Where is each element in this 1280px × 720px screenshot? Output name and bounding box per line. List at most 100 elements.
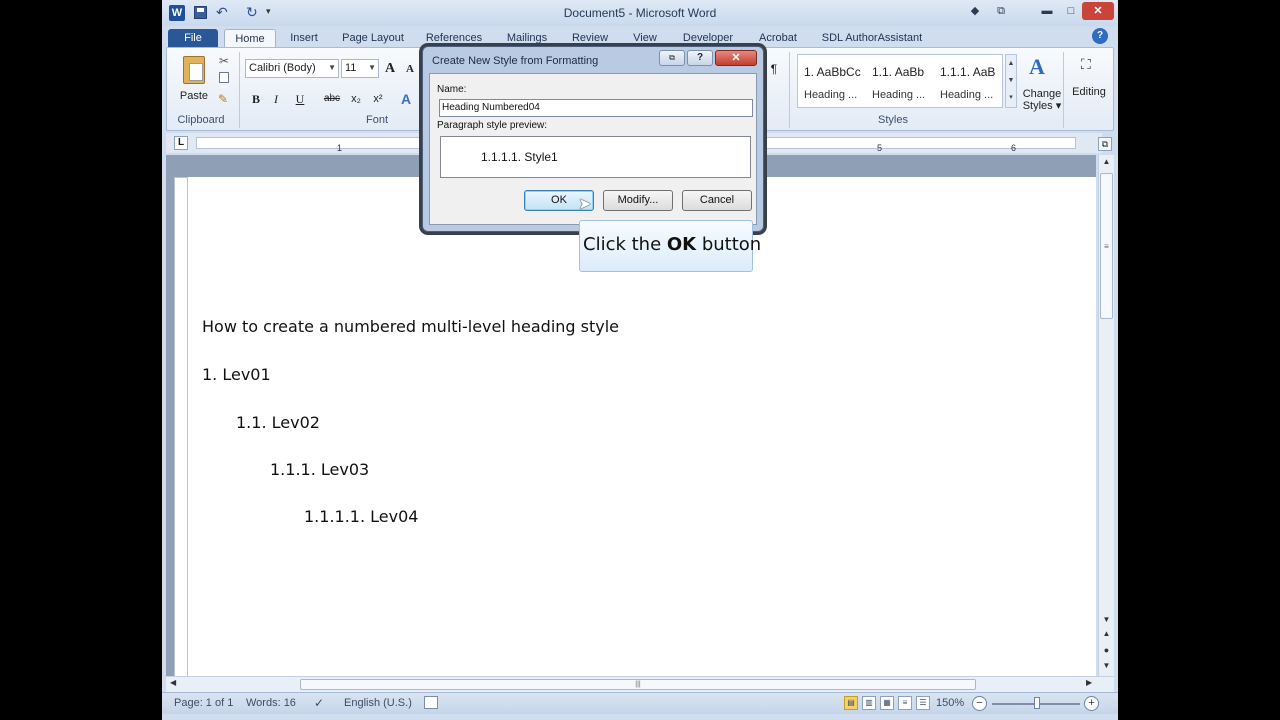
gallery-scroll-buttons[interactable]: ▲ ▼ ▾ bbox=[1005, 54, 1017, 108]
document-heading[interactable]: How to create a numbered multi-level hea… bbox=[202, 317, 619, 336]
change-styles-label: Change Styles ▾ bbox=[1022, 88, 1062, 112]
zoom-out-button[interactable]: − bbox=[972, 696, 987, 711]
draft-icon[interactable]: ☰ bbox=[916, 696, 930, 710]
show-formatting-button[interactable]: ¶ bbox=[765, 60, 783, 78]
proofing-icon[interactable]: ✓ bbox=[314, 696, 324, 710]
font-name-combo[interactable]: Calibri (Body) ▼ bbox=[245, 59, 339, 78]
style-name-input[interactable]: Heading Numbered04 bbox=[439, 99, 753, 117]
editing-label: Editing bbox=[1072, 86, 1106, 98]
print-layout-icon[interactable]: ▤ bbox=[844, 696, 858, 710]
dialog-help-button[interactable]: ? bbox=[687, 50, 713, 66]
font-size-value: 11 bbox=[345, 62, 357, 74]
strikethrough-button[interactable]: abc bbox=[323, 90, 341, 108]
change-styles-button[interactable]: A Change Styles ▾ bbox=[1019, 52, 1063, 112]
minimize-button[interactable]: ▬ bbox=[1034, 2, 1060, 20]
shrink-font-button[interactable]: A bbox=[401, 60, 419, 78]
macro-recording-icon[interactable] bbox=[424, 696, 438, 709]
callout-text: Click the OK button bbox=[583, 234, 761, 255]
italic-button[interactable]: I bbox=[267, 90, 285, 108]
style-sample: 1.1.1. AaB bbox=[940, 65, 996, 79]
restore-window-icon[interactable]: ⧉ bbox=[988, 2, 1014, 20]
tab-page-layout[interactable]: Page Layout bbox=[338, 29, 408, 48]
horizontal-scroll-thumb[interactable]: ||| bbox=[300, 679, 976, 690]
styles-group-label: Styles bbox=[878, 114, 908, 126]
scroll-down-icon[interactable]: ▼ bbox=[1099, 613, 1114, 627]
title-bar: W ↶ ↻ ▾ Document5 - Microsoft Word ◆ ⧉ ▬… bbox=[162, 0, 1118, 26]
bold-button[interactable]: B bbox=[247, 90, 265, 108]
paste-button[interactable]: Paste bbox=[175, 52, 211, 106]
scroll-up-icon[interactable]: ▲ bbox=[1099, 155, 1114, 169]
style-gallery-item[interactable]: 1.1. AaBb Heading ... bbox=[866, 55, 934, 107]
copy-icon[interactable] bbox=[219, 72, 229, 83]
tab-selector-button[interactable]: L bbox=[174, 136, 188, 150]
zoom-slider-thumb[interactable] bbox=[1034, 697, 1040, 709]
name-label: Name: bbox=[437, 84, 467, 95]
tab-home[interactable]: Home bbox=[224, 29, 276, 48]
style-preview-box: 1.1.1.1. Style1 bbox=[440, 136, 751, 178]
help-icon[interactable]: ? bbox=[1092, 28, 1108, 44]
next-page-icon[interactable]: ▼ bbox=[1099, 661, 1114, 675]
binoculars-icon: ⛶ bbox=[1081, 56, 1091, 72]
web-layout-icon[interactable]: ▦ bbox=[880, 696, 894, 710]
full-screen-reading-icon[interactable]: ▥ bbox=[862, 696, 876, 710]
group-divider bbox=[1063, 52, 1064, 128]
tab-insert[interactable]: Insert bbox=[286, 29, 322, 48]
preview-label: Paragraph style preview: bbox=[437, 120, 548, 131]
cut-icon[interactable]: ✂ bbox=[219, 54, 229, 68]
horizontal-scrollbar[interactable]: ◀ ||| ▶ bbox=[166, 676, 1114, 692]
ruler-number: 1 bbox=[337, 143, 343, 153]
vertical-ruler bbox=[174, 177, 188, 677]
callout-prefix: Click the bbox=[583, 234, 667, 255]
style-gallery-item[interactable]: 1. AaBbCc Heading ... bbox=[798, 55, 866, 107]
callout-bold: OK bbox=[666, 234, 697, 255]
heading-level-3[interactable]: 1.1.1. Lev03 bbox=[270, 460, 369, 479]
superscript-button[interactable]: x² bbox=[369, 90, 387, 108]
chevron-down-icon: ▼ bbox=[328, 63, 336, 72]
style-name: Heading ... bbox=[872, 89, 926, 101]
clipboard-group-label: Clipboard bbox=[177, 114, 225, 126]
format-painter-icon[interactable]: ✎ bbox=[218, 92, 228, 106]
cancel-button[interactable]: Cancel bbox=[682, 190, 752, 211]
tab-file[interactable]: File bbox=[168, 29, 218, 48]
ribbon-help-icon[interactable]: ◆ bbox=[962, 2, 988, 20]
page-count[interactable]: Page: 1 of 1 bbox=[174, 697, 233, 709]
chevron-down-icon: ▼ bbox=[368, 63, 376, 72]
previous-page-icon[interactable]: ▲ bbox=[1099, 629, 1114, 643]
browse-object-icon[interactable]: ● bbox=[1099, 645, 1114, 659]
vertical-scrollbar[interactable]: ▲ ≡ ▼ ▲ ● ▼ bbox=[1098, 155, 1114, 676]
status-bar: Page: 1 of 1 Words: 16 ✓ English (U.S.) … bbox=[162, 692, 1118, 714]
heading-level-4[interactable]: 1.1.1.1. Lev04 bbox=[304, 507, 418, 526]
tab-sdl-authorassistant[interactable]: SDL AuthorAssistant bbox=[818, 29, 926, 48]
style-preview-text: 1.1.1.1. Style1 bbox=[481, 150, 558, 164]
view-ruler-icon[interactable]: ⧉ bbox=[1098, 137, 1112, 151]
mouse-pointer-icon: ➤ bbox=[578, 196, 592, 213]
maximize-button[interactable]: □ bbox=[1058, 2, 1084, 20]
modify-button[interactable]: Modify... bbox=[603, 190, 673, 211]
language-indicator[interactable]: English (U.S.) bbox=[344, 697, 412, 709]
text-effects-button[interactable]: A bbox=[397, 90, 415, 108]
tab-acrobat[interactable]: Acrobat bbox=[754, 29, 802, 48]
subscript-button[interactable]: x₂ bbox=[347, 90, 365, 108]
ruler-number: 6 bbox=[1011, 143, 1017, 153]
scroll-right-icon[interactable]: ▶ bbox=[1086, 678, 1092, 687]
heading-level-1[interactable]: 1. Lev01 bbox=[202, 365, 271, 384]
zoom-level[interactable]: 150% bbox=[936, 697, 964, 709]
underline-button[interactable]: U bbox=[291, 90, 309, 108]
vertical-scroll-thumb[interactable]: ≡ bbox=[1100, 173, 1113, 319]
paste-icon bbox=[183, 56, 205, 84]
word-count[interactable]: Words: 16 bbox=[246, 697, 296, 709]
styles-gallery[interactable]: 1. AaBbCc Heading ... 1.1. AaBb Heading … bbox=[797, 54, 1003, 108]
zoom-in-button[interactable]: + bbox=[1084, 696, 1099, 711]
grow-font-button[interactable]: A bbox=[381, 60, 399, 78]
dialog-restore-icon[interactable]: ⧉ bbox=[659, 50, 685, 66]
style-gallery-item[interactable]: 1.1.1. AaB Heading ... bbox=[934, 55, 1002, 107]
close-button[interactable]: ✕ bbox=[1082, 2, 1114, 20]
scroll-left-icon[interactable]: ◀ bbox=[170, 678, 176, 687]
ribbon-tabs: File Home Insert Page Layout References … bbox=[162, 26, 1118, 48]
change-styles-icon: A bbox=[1029, 54, 1045, 79]
font-size-combo[interactable]: 11 ▼ bbox=[341, 59, 379, 78]
dialog-close-button[interactable]: ✕ bbox=[715, 50, 757, 66]
editing-button[interactable]: ⛶ Editing bbox=[1067, 52, 1111, 112]
outline-icon[interactable]: ≡ bbox=[898, 696, 912, 710]
heading-level-2[interactable]: 1.1. Lev02 bbox=[236, 413, 320, 432]
